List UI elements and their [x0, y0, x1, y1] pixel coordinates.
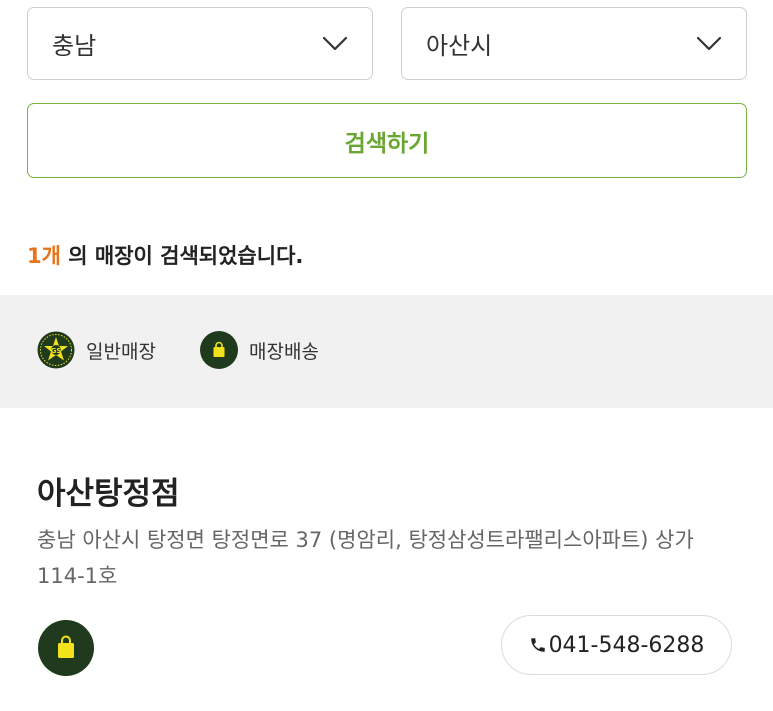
general-store-emblem-icon: GS — [37, 331, 75, 369]
result-count-text: 1개 의 매장이 검색되었습니다. — [27, 240, 303, 270]
store-phone-button[interactable]: 041-548-6288 — [501, 615, 732, 675]
shopping-bag-icon — [200, 331, 238, 369]
legend-label-general-store: 일반매장 — [86, 340, 156, 363]
store-phone-number: 041-548-6288 — [548, 632, 705, 658]
region-select-value: 충남 — [52, 32, 97, 60]
store-address: 충남 아산시 탕정면 탕정면로 37 (명암리, 탕정삼성트라팰리스아파트) 상… — [37, 528, 694, 588]
legend-label-store-delivery: 매장배송 — [249, 340, 319, 363]
result-count: 1개 — [27, 244, 61, 268]
phone-icon — [530, 638, 545, 652]
svg-text:GS: GS — [51, 347, 62, 355]
city-select[interactable]: 아산시 — [401, 7, 747, 80]
search-button-label: 검색하기 — [344, 130, 430, 157]
legend-item-store-delivery: 매장배송 — [200, 331, 319, 369]
city-select-value: 아산시 — [426, 32, 493, 60]
shopping-bag-icon — [38, 620, 94, 676]
chevron-down-icon — [322, 36, 348, 50]
store-name[interactable]: 아산탕정점 — [37, 468, 180, 513]
region-select[interactable]: 충남 — [27, 7, 373, 80]
chevron-down-icon — [696, 36, 722, 50]
legend-item-general-store: GS 일반매장 — [37, 331, 156, 369]
search-button[interactable]: 검색하기 — [27, 103, 747, 178]
store-type-legend: GS 일반매장 매장배송 — [0, 295, 773, 408]
result-count-suffix: 의 매장이 검색되었습니다. — [60, 244, 304, 268]
